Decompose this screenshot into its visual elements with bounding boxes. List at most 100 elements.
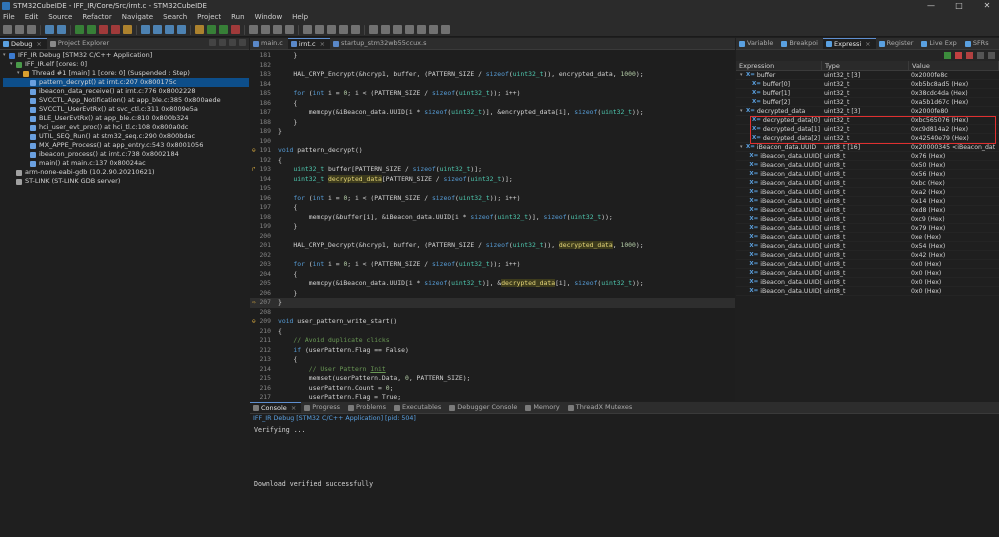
code-line[interactable]: 197 { xyxy=(250,203,735,213)
code-line[interactable]: 210 { xyxy=(250,327,735,337)
code-line[interactable]: 199 } xyxy=(250,222,735,232)
code-line[interactable]: 183 HAL_CRYP_Encrypt(&hcryp1, buffer, (P… xyxy=(250,70,735,80)
code-line[interactable]: 181 } xyxy=(250,51,735,61)
close-icon[interactable]: × xyxy=(36,39,41,50)
toolbar-button-icon[interactable] xyxy=(261,25,270,34)
expression-value[interactable]: 0x0 (Hex) xyxy=(909,287,999,295)
console-tab[interactable]: Problems xyxy=(345,402,391,413)
close-icon[interactable]: × xyxy=(320,39,325,50)
expression-value[interactable]: 0x2000fe8c xyxy=(909,71,999,79)
view-menu-icon[interactable] xyxy=(219,39,226,46)
collapse-all-icon[interactable] xyxy=(209,39,216,46)
code-line[interactable]: 188 } xyxy=(250,118,735,128)
tab-debug[interactable]: Debug × xyxy=(0,38,47,49)
expression-value[interactable]: 0xbc (Hex) xyxy=(909,179,999,187)
debug-tree-item[interactable]: UTIL_SEQ_Run() at stm32_seq.c:290 0x800b… xyxy=(3,132,249,141)
code-line[interactable]: 190 xyxy=(250,137,735,147)
instruction-pointer-icon[interactable]: ⇨ xyxy=(252,298,256,308)
code-line[interactable]: ⊖ 191 void pattern_decrypt() xyxy=(250,146,735,156)
expression-value[interactable]: 0x0 (Hex) xyxy=(909,260,999,268)
code-line[interactable]: 196 for (int i = 0; i < (PATTERN_SIZE / … xyxy=(250,194,735,204)
toolbar-button-icon[interactable] xyxy=(351,25,360,34)
expressions-tab[interactable]: Breakpoi xyxy=(778,38,823,49)
toolbar-button-icon[interactable] xyxy=(219,25,228,34)
expression-row[interactable]: X= iBeacon_data.UUID[uint8_t 0x0 (Hex) xyxy=(736,287,999,296)
code-line[interactable]: 211 // Avoid duplicate clicks xyxy=(250,336,735,346)
code-line[interactable]: 189} xyxy=(250,127,735,137)
code-line[interactable]: 187 memcpy(&iBeacon_data.UUID[i * sizeof… xyxy=(250,108,735,118)
toolbar-button-icon[interactable] xyxy=(405,25,414,34)
close-button[interactable]: ✕ xyxy=(979,0,995,12)
menu-edit[interactable]: Edit xyxy=(20,12,44,23)
expression-value[interactable]: 0xc9 (Hex) xyxy=(909,215,999,223)
toolbar-button-icon[interactable] xyxy=(75,25,84,34)
expression-row[interactable]: X= iBeacon_data.UUID[uint8_t 0x42 (Hex) xyxy=(736,251,999,260)
toolbar-button-icon[interactable] xyxy=(441,25,450,34)
toolbar-button-icon[interactable] xyxy=(57,25,66,34)
code-line[interactable]: ⇨ 207} xyxy=(250,298,735,308)
debug-tree-item[interactable]: ▾ IFF_IR.elf [cores: 0] xyxy=(3,60,249,69)
expression-row[interactable]: ▾ X= decrypted_data uint32_t [3] 0x2000fe80 xyxy=(736,107,999,116)
expression-value[interactable]: 0xe (Hex) xyxy=(909,233,999,241)
close-icon[interactable]: × xyxy=(865,39,870,50)
menu-refactor[interactable]: Refactor xyxy=(77,12,116,23)
maximize-button[interactable]: □ xyxy=(951,0,967,12)
toolbar-button-icon[interactable] xyxy=(45,25,54,34)
toolbar-button-icon[interactable] xyxy=(3,25,12,34)
minimize-button[interactable]: — xyxy=(923,0,939,12)
expression-value[interactable]: 0x50 (Hex) xyxy=(909,161,999,169)
expressions-tab[interactable]: Expressi × xyxy=(822,38,876,50)
code-line[interactable]: 215 memset(userPattern.Data, 0, PATTERN_… xyxy=(250,374,735,384)
code-line[interactable]: 206 } xyxy=(250,289,735,299)
console-tab[interactable]: Memory xyxy=(522,402,564,413)
toolbar-button-icon[interactable] xyxy=(195,25,204,34)
debug-tree-item[interactable]: arm-none-eabi-gdb (10.2.90.20210621) xyxy=(3,168,249,177)
code-line[interactable]: 212 if (userPattern.Flag == False) xyxy=(250,346,735,356)
expression-row[interactable]: X= iBeacon_data.UUID[uint8_t 0xbc (Hex) xyxy=(736,179,999,188)
debug-tree-item[interactable]: MX_APPE_Process() at app_entry.c:543 0x8… xyxy=(3,141,249,150)
toolbar-button-icon[interactable] xyxy=(207,25,216,34)
expression-value[interactable]: 0xa2 (Hex) xyxy=(909,188,999,196)
expression-row[interactable]: X= iBeacon_data.UUID[uint8_t 0x76 (Hex) xyxy=(736,152,999,161)
expressions-tab[interactable]: SFRs xyxy=(962,38,994,49)
toolbar-button-icon[interactable] xyxy=(303,25,312,34)
toolbar-button-icon[interactable] xyxy=(339,25,348,34)
toolbar-button-icon[interactable] xyxy=(369,25,378,34)
toolbar-button-icon[interactable] xyxy=(273,25,282,34)
console-tab[interactable]: Console × xyxy=(250,402,302,414)
expression-value[interactable]: 0x0 (Hex) xyxy=(909,278,999,286)
console-tab[interactable]: Debugger Console xyxy=(446,402,522,413)
toolbar-button-icon[interactable] xyxy=(417,25,426,34)
expression-value[interactable]: 0x14 (Hex) xyxy=(909,197,999,205)
expression-value[interactable]: 0x42 (Hex) xyxy=(909,251,999,259)
expression-row[interactable]: X= iBeacon_data.UUID[uint8_t 0xd8 (Hex) xyxy=(736,206,999,215)
debug-tree-item[interactable]: hci_user_evt_proc() at hci_tl.c:108 0x80… xyxy=(3,123,249,132)
toolbar-button-icon[interactable] xyxy=(429,25,438,34)
code-view[interactable]: 181 } 182 183 HAL_CRYP_Encrypt(&hcryp1, bu… xyxy=(250,51,735,401)
expression-row[interactable]: X= iBeacon_data.UUID[uint8_t 0x50 (Hex) xyxy=(736,161,999,170)
toolbar-button-icon[interactable] xyxy=(153,25,162,34)
expression-value[interactable]: 0x79 (Hex) xyxy=(909,224,999,232)
console-tab[interactable]: ThreadX Mutexes xyxy=(565,402,637,413)
toolbar-button-icon[interactable] xyxy=(15,25,24,34)
code-line[interactable]: 202 xyxy=(250,251,735,261)
expressions-tab[interactable]: Live Exp xyxy=(918,38,961,49)
code-line[interactable]: 192 { xyxy=(250,156,735,166)
code-line[interactable]: 184 xyxy=(250,80,735,90)
code-line[interactable]: 208 xyxy=(250,308,735,318)
expression-row[interactable]: ▾ X= iBeacon_data.UUID uint8_t [16] 0x200003… xyxy=(736,143,999,152)
expression-row[interactable]: X= buffer[1] uint32_t 0x38cdc4da (Hex) xyxy=(736,89,999,98)
toolbar-button-icon[interactable] xyxy=(231,25,240,34)
remove-expression-icon[interactable] xyxy=(955,52,962,59)
close-icon[interactable]: × xyxy=(291,403,296,414)
expression-value[interactable]: 0x2000fe80 xyxy=(909,107,999,115)
expression-row[interactable]: X= iBeacon_data.UUID[uint8_t 0x56 (Hex) xyxy=(736,170,999,179)
expression-value[interactable]: 0xd8 (Hex) xyxy=(909,206,999,214)
remove-all-icon[interactable] xyxy=(966,52,973,59)
toolbar-button-icon[interactable] xyxy=(315,25,324,34)
expression-value[interactable]: 0x0 (Hex) xyxy=(909,269,999,277)
console-tab[interactable]: Executables xyxy=(391,402,446,413)
toolbar-button-icon[interactable] xyxy=(111,25,120,34)
debug-tree-item[interactable]: main() at main.c:137 0x80024ac xyxy=(3,159,249,168)
expression-value[interactable]: 0x20000345 <iBeacon_dat xyxy=(909,143,999,151)
